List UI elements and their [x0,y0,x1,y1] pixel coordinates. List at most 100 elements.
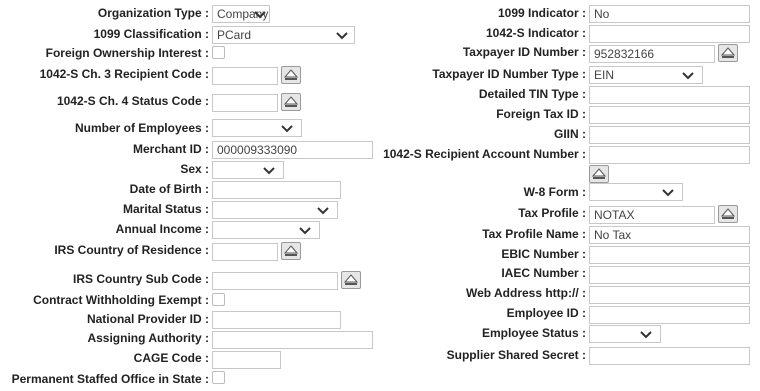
supplier-secret-input[interactable] [589,347,750,365]
indicator-1042s-label: 1042-S Indicator : [485,26,586,40]
date-of-birth-input[interactable] [212,181,341,199]
merchant-id-value: 000009333090 [217,143,298,157]
irs-country-sub-lookup-button[interactable] [341,271,361,289]
lookup-icon [284,69,298,80]
taxpayer-id-type-value: EIN [594,68,615,82]
lookup-icon [592,168,606,179]
ch3-recipient-code-input[interactable] [212,67,278,85]
ch4-status-code-input[interactable] [212,94,278,112]
annual-income-select[interactable] [212,221,320,239]
irs-country-sub-label: IRS Country Sub Code : [73,272,209,286]
tax-profile-name-input[interactable]: No Tax [589,226,750,244]
web-address-input[interactable] [589,286,750,304]
chevron-down-icon [299,224,311,236]
lookup-icon [344,274,358,285]
chevron-down-icon [281,122,293,134]
employee-id-input[interactable] [589,306,750,324]
recipient-account-label: 1042-S Recipient Account Number : [383,147,586,161]
tax-profile-input[interactable]: NOTAX [589,206,715,224]
sex-label: Sex : [180,162,209,176]
lookup-icon [721,208,735,219]
permanent-staffed-label: Permanent Staffed Office in State : [11,372,209,386]
ch3-recipient-code-lookup-button[interactable] [281,66,301,84]
taxpayer-id-input[interactable]: 952832166 [589,45,715,63]
w8-form-label: W-8 Form : [523,185,586,199]
recipient-account-lookup-button[interactable] [589,165,609,183]
employee-status-label: Employee Status : [481,326,586,340]
annual-income-label: Annual Income : [115,222,209,236]
chevron-down-icon [317,204,329,216]
supplier-secret-label: Supplier Shared Secret : [446,348,586,362]
taxpayer-id-type-select[interactable]: EIN [589,66,703,84]
iaec-number-label: IAEC Number : [501,266,586,280]
ch3-recipient-code-label: 1042-S Ch. 3 Recipient Code : [39,67,209,81]
tax-profile-label: Tax Profile : [518,206,586,220]
permanent-staffed-checkbox[interactable] [212,371,225,384]
foreign-tax-id-label: Foreign Tax ID : [496,107,586,121]
sex-select[interactable] [212,161,284,179]
recipient-account-input[interactable] [589,146,750,164]
tax-profile-lookup-button[interactable] [718,205,738,223]
classification-1099-select[interactable]: PCard [212,26,355,44]
marital-status-label: Marital Status : [122,202,209,216]
irs-country-input[interactable] [212,243,278,261]
national-provider-id-label: National Provider ID : [86,312,209,326]
iaec-number-input[interactable] [589,266,750,284]
chevron-down-icon [662,186,674,198]
indicator-1042s-input[interactable] [589,25,750,43]
cage-code-input[interactable] [212,351,281,369]
giin-input[interactable] [589,126,750,144]
ch4-status-code-lookup-button[interactable] [281,93,301,111]
detailed-tin-type-label: Detailed TIN Type : [478,87,586,101]
ebic-number-input[interactable] [589,246,750,264]
organization-type-label: Organization Type : [97,6,209,20]
lookup-icon [721,47,735,58]
chevron-down-icon [336,29,348,41]
ch4-status-code-label: 1042-S Ch. 4 Status Code : [56,94,209,108]
tax-profile-name-value: No Tax [594,228,632,242]
giin-label: GIIN : [554,127,586,141]
num-employees-label: Number of Employees : [74,121,209,135]
contract-withholding-label: Contract Withholding Exempt : [33,293,209,307]
ebic-number-label: EBIC Number : [501,247,586,261]
tax-profile-value: NOTAX [594,208,635,222]
foreign-ownership-label: Foreign Ownership Interest : [45,46,209,60]
lookup-icon [284,96,298,107]
irs-country-sub-input[interactable] [212,272,338,290]
chevron-down-icon [263,164,275,176]
indicator-1099-label: 1099 Indicator : [497,6,586,20]
taxpayer-id-label: Taxpayer ID Number : [462,45,586,59]
classification-1099-value: PCard [217,28,252,42]
classification-1099-label: 1099 Classification : [93,27,209,41]
assigning-authority-input[interactable] [212,331,373,349]
irs-country-lookup-button[interactable] [281,242,301,260]
indicator-1099-input[interactable]: No [589,5,750,23]
web-address-label: Web Address http:// : [466,286,586,300]
date-of-birth-label: Date of Birth : [129,182,209,196]
detailed-tin-type-input[interactable] [589,86,750,104]
foreign-tax-id-input[interactable] [589,106,750,124]
organization-type-select[interactable]: Company [212,5,270,23]
lookup-icon [284,245,298,256]
employee-status-select[interactable] [589,325,661,343]
chevron-down-icon [640,328,652,340]
marital-status-select[interactable] [212,201,338,219]
national-provider-id-input[interactable] [212,311,341,329]
contract-withholding-checkbox[interactable] [212,293,225,306]
cage-code-label: CAGE Code : [133,351,209,365]
num-employees-select[interactable] [212,119,302,137]
indicator-1099-value: No [594,7,610,21]
merchant-id-label: Merchant ID : [132,142,209,156]
foreign-ownership-checkbox[interactable] [212,46,225,59]
employee-id-label: Employee ID : [506,306,586,320]
taxpayer-id-value: 952832166 [594,47,655,61]
chevron-down-icon [254,8,266,20]
chevron-down-icon [682,69,694,81]
w8-form-select[interactable] [589,183,683,201]
assigning-authority-label: Assigning Authority : [87,331,209,345]
taxpayer-id-lookup-button[interactable] [718,44,738,62]
merchant-id-input[interactable]: 000009333090 [212,141,373,159]
irs-country-label: IRS Country of Residence : [54,243,209,257]
tax-profile-name-label: Tax Profile Name : [482,227,586,241]
taxpayer-id-type-label: Taxpayer ID Number Type : [432,67,586,81]
